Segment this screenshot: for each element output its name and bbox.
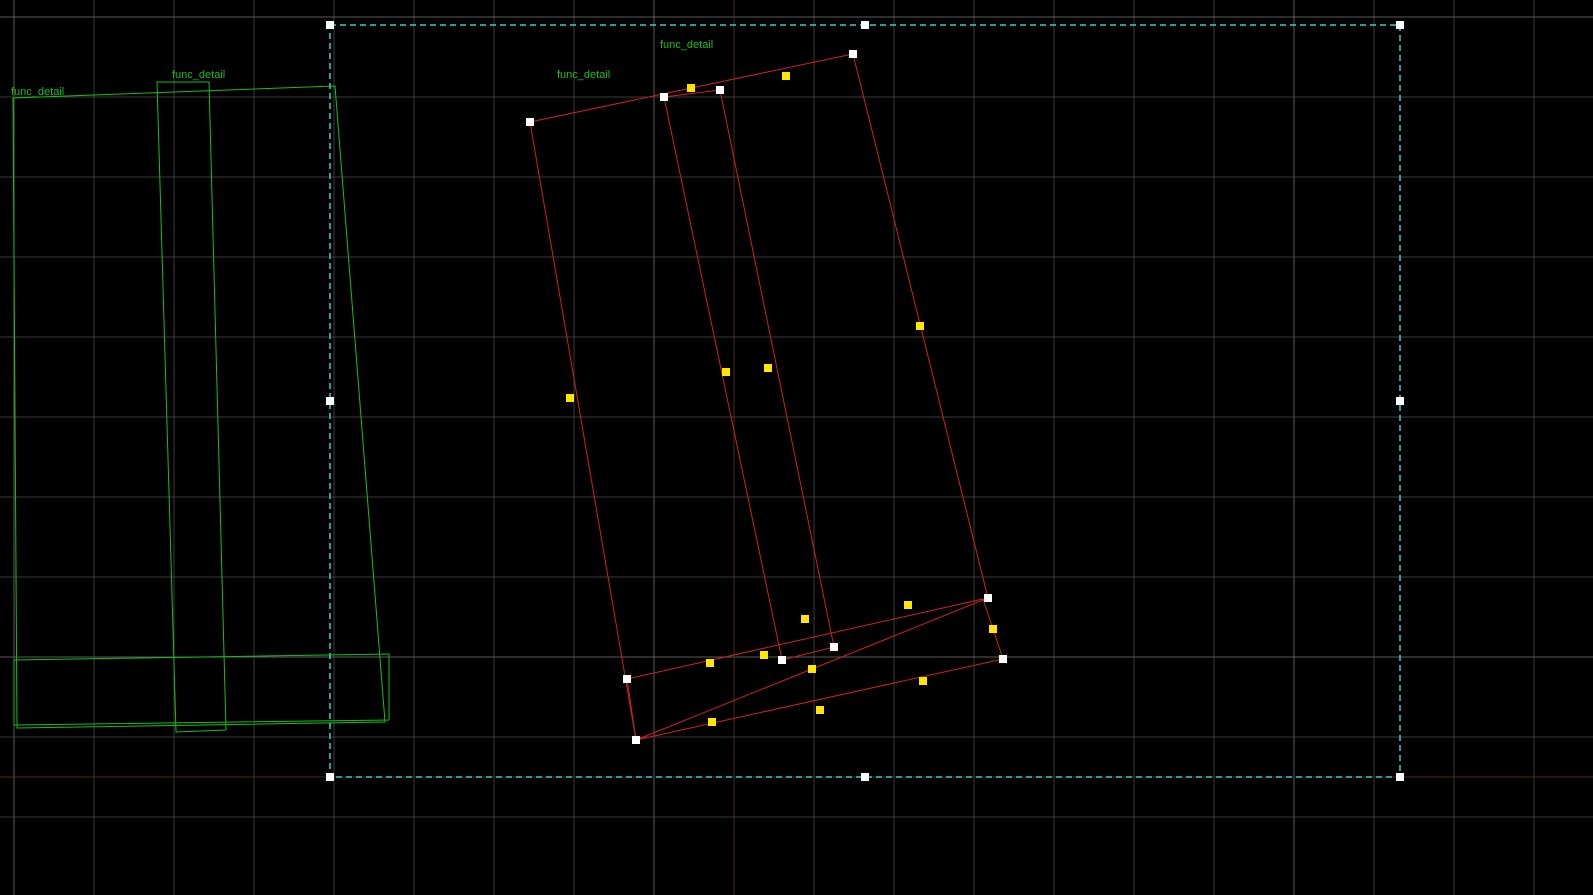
selection-rect[interactable] <box>330 25 1400 777</box>
vertex-handle[interactable] <box>623 675 631 683</box>
entity-label: func_detail <box>172 69 225 81</box>
edge-handle[interactable] <box>808 665 816 673</box>
entity-label: func_detail <box>557 69 610 81</box>
vertex-handle[interactable] <box>526 118 534 126</box>
grid <box>0 0 1593 895</box>
edge-handles[interactable] <box>566 72 997 726</box>
vertex-handle[interactable] <box>830 643 838 651</box>
red-slim[interactable] <box>664 90 834 660</box>
vertex-handle[interactable] <box>326 397 334 405</box>
vertex-handle[interactable] <box>1396 773 1404 781</box>
vertex-handle[interactable] <box>849 50 857 58</box>
origin-axes <box>0 0 1593 895</box>
edge-handle[interactable] <box>706 659 714 667</box>
edge-handle[interactable] <box>816 706 824 714</box>
edge-handle[interactable] <box>722 368 730 376</box>
vertex-handle[interactable] <box>984 594 992 602</box>
entity-labels: func_detail func_detail func_detail func_de… <box>11 39 713 98</box>
vertex-handle[interactable] <box>326 773 334 781</box>
editor-2d-viewport[interactable]: func_detail func_detail func_detail func_de… <box>0 0 1593 895</box>
vertex-handle[interactable] <box>660 93 668 101</box>
vertex-handle[interactable] <box>778 656 786 664</box>
edge-handle[interactable] <box>904 601 912 609</box>
edge-handle[interactable] <box>916 322 924 330</box>
edge-handle[interactable] <box>760 651 768 659</box>
vertex-handle[interactable] <box>632 736 640 744</box>
entity-label: func_detail <box>660 39 713 51</box>
red-brush-group[interactable] <box>530 54 1003 740</box>
edge-handle[interactable] <box>801 615 809 623</box>
vertex-handles[interactable] <box>326 21 1404 781</box>
red-big[interactable] <box>530 54 988 740</box>
vertex-handle[interactable] <box>716 86 724 94</box>
vertex-handle[interactable] <box>1396 21 1404 29</box>
edge-handle[interactable] <box>764 364 772 372</box>
green-big <box>13 86 385 728</box>
edge-handle[interactable] <box>782 72 790 80</box>
edge-handle[interactable] <box>708 718 716 726</box>
vertex-handle[interactable] <box>861 773 869 781</box>
vertex-handle[interactable] <box>326 21 334 29</box>
green-brush-group <box>13 82 389 732</box>
vertex-handle[interactable] <box>1396 397 1404 405</box>
edge-handle[interactable] <box>989 625 997 633</box>
entity-label: func_detail <box>11 86 64 98</box>
selection-box[interactable] <box>330 25 1400 777</box>
green-bottom-bar <box>14 654 389 725</box>
vertex-handle[interactable] <box>999 655 1007 663</box>
edge-handle[interactable] <box>687 84 695 92</box>
green-slim <box>157 82 226 732</box>
edge-handle[interactable] <box>919 677 927 685</box>
edge-handle[interactable] <box>566 394 574 402</box>
vertex-handle[interactable] <box>861 21 869 29</box>
